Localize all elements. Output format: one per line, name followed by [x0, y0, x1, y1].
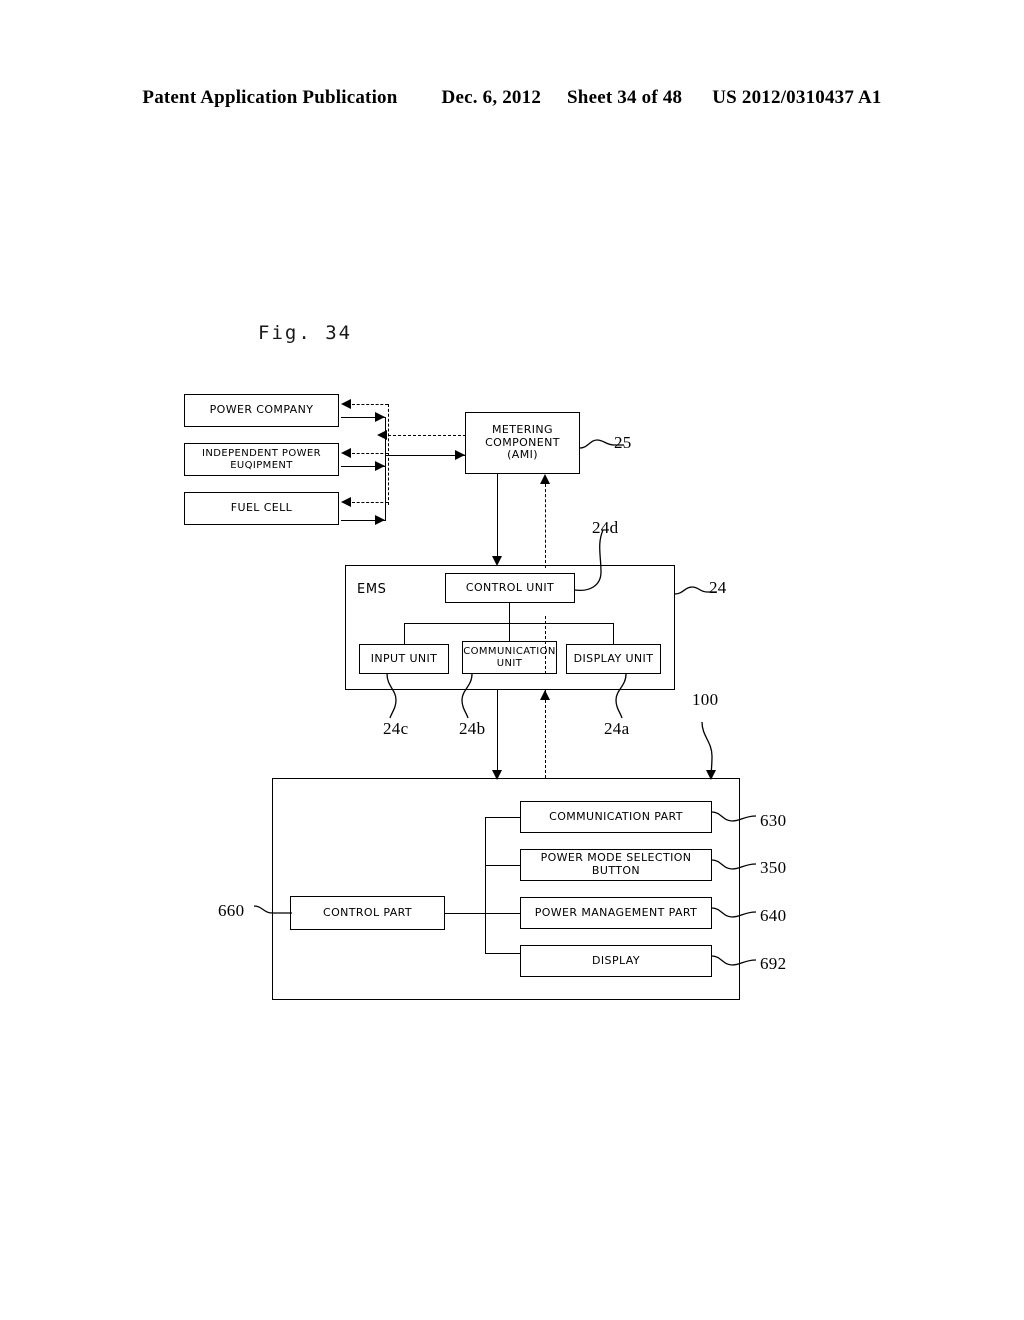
box-metering-component: METERING COMPONENT (AMI) — [465, 412, 580, 474]
line-branch-input-unit — [404, 623, 406, 645]
arrowhead-right-power-company — [375, 412, 385, 422]
metering-component-line2: (AMI) — [507, 448, 538, 462]
metering-component-line1: METERING COMPONENT — [485, 423, 560, 449]
box-power-mode-selection-button: POWER MODE SELECTION BUTTON — [520, 849, 712, 881]
box-control-part: CONTROL PART — [290, 896, 445, 930]
control-unit-label: CONTROL UNIT — [465, 580, 555, 594]
ref-24b: 24b — [459, 719, 486, 738]
ref-630: 630 — [760, 811, 787, 830]
ref-350: 350 — [760, 858, 787, 877]
dash-through-communication-unit — [545, 616, 546, 674]
leader-power-management-part-640 — [711, 907, 757, 918]
line-branch-display-unit — [613, 623, 615, 645]
leader-display-692 — [711, 955, 757, 966]
line-ems-to-appliance — [497, 690, 499, 778]
arrowhead-right-into-metering — [455, 450, 465, 460]
arrowhead-down-appliance-leader — [706, 770, 716, 780]
line-metering-to-ems — [497, 474, 499, 564]
communication-unit-line1: COMMUNICATION — [463, 646, 556, 657]
leader-display-unit-24a — [615, 673, 627, 719]
line-module-bus-vertical — [485, 817, 487, 953]
display-unit-label: DISPLAY UNIT — [573, 651, 654, 665]
power-mode-selection-button-label: POWER MODE SELECTION BUTTON — [540, 851, 692, 877]
ref-692: 692 — [760, 954, 787, 973]
arrowhead-left-power-company — [341, 399, 351, 409]
header-sheet: Sheet 34 of 48 — [567, 87, 683, 108]
leader-control-part-660 — [253, 905, 292, 914]
box-power-company: POWER COMPANY — [184, 394, 339, 427]
dash-appliance-to-metering-upper — [545, 484, 546, 568]
arrowhead-right-fuel-cell — [375, 515, 385, 525]
ref-660: 660 — [218, 901, 245, 920]
ref-24: 24 — [709, 578, 727, 597]
box-control-unit: CONTROL UNIT — [445, 573, 575, 603]
box-independent-power-equipment: INDEPENDENT POWER EUQIPMENT — [184, 443, 339, 476]
line-bus-to-communication-part — [485, 817, 521, 819]
ref-24a: 24a — [604, 719, 630, 738]
box-communication-unit: COMMUNICATION UNIT — [462, 641, 557, 674]
arrowhead-left-independent-power — [341, 448, 351, 458]
header-doc-number: US 2012/0310437 A1 — [712, 87, 882, 108]
box-display: DISPLAY — [520, 945, 712, 977]
box-display-unit: DISPLAY UNIT — [566, 644, 661, 674]
leader-input-unit-24c — [386, 673, 397, 719]
ref-640: 640 — [760, 906, 787, 925]
figure-label: Fig. 34 — [258, 322, 353, 344]
line-bus-into-metering — [385, 455, 465, 457]
ref-25: 25 — [614, 433, 632, 452]
box-fuel-cell: FUEL CELL — [184, 492, 339, 525]
line-control-part-to-bus — [445, 913, 521, 915]
communication-part-label: COMMUNICATION PART — [549, 809, 683, 823]
dash-to-fuel-cell — [352, 502, 388, 503]
dash-bus-metering-out — [388, 435, 466, 436]
input-unit-label: INPUT UNIT — [370, 651, 438, 665]
dash-appliance-to-metering-lower — [545, 690, 546, 778]
leader-communication-part-630 — [711, 811, 757, 822]
box-fuel-cell-label: FUEL CELL — [230, 501, 293, 515]
display-label: DISPLAY — [592, 953, 640, 967]
arrowhead-up-into-metering — [540, 474, 550, 484]
box-communication-part: COMMUNICATION PART — [520, 801, 712, 833]
power-management-part-label: POWER MANAGEMENT PART — [534, 905, 698, 919]
leader-power-mode-button-350 — [711, 859, 757, 870]
arrowhead-right-independent-power — [375, 461, 385, 471]
box-input-unit: INPUT UNIT — [359, 644, 449, 674]
line-bus-vertical-left — [385, 417, 387, 521]
line-control-unit-stem — [509, 603, 511, 624]
line-bus-to-display — [485, 953, 521, 955]
page-header: Patent Application Publication Dec. 6, 2… — [0, 84, 1024, 112]
box-independent-power-equipment-label: INDEPENDENT POWER EUQIPMENT — [202, 448, 321, 471]
leader-communication-unit-24b — [461, 673, 473, 719]
line-bus-to-power-mode-button — [485, 865, 521, 867]
header-publication: Patent Application Publication — [142, 87, 398, 108]
arrowhead-up-from-appliance — [540, 690, 550, 700]
ref-24d: 24d — [592, 518, 619, 537]
box-power-management-part: POWER MANAGEMENT PART — [520, 897, 712, 929]
dash-to-independent-power — [352, 453, 388, 454]
communication-unit-line2: UNIT — [496, 657, 523, 669]
box-power-company-label: POWER COMPANY — [209, 403, 314, 417]
control-part-label: CONTROL PART — [322, 905, 413, 919]
dash-to-power-company — [352, 404, 388, 405]
ems-tag-label: EMS — [357, 582, 387, 597]
ref-100: 100 — [692, 690, 719, 709]
ref-24c: 24c — [383, 719, 409, 738]
arrowhead-left-fuel-cell — [341, 497, 351, 507]
header-date: Dec. 6, 2012 — [441, 87, 542, 108]
